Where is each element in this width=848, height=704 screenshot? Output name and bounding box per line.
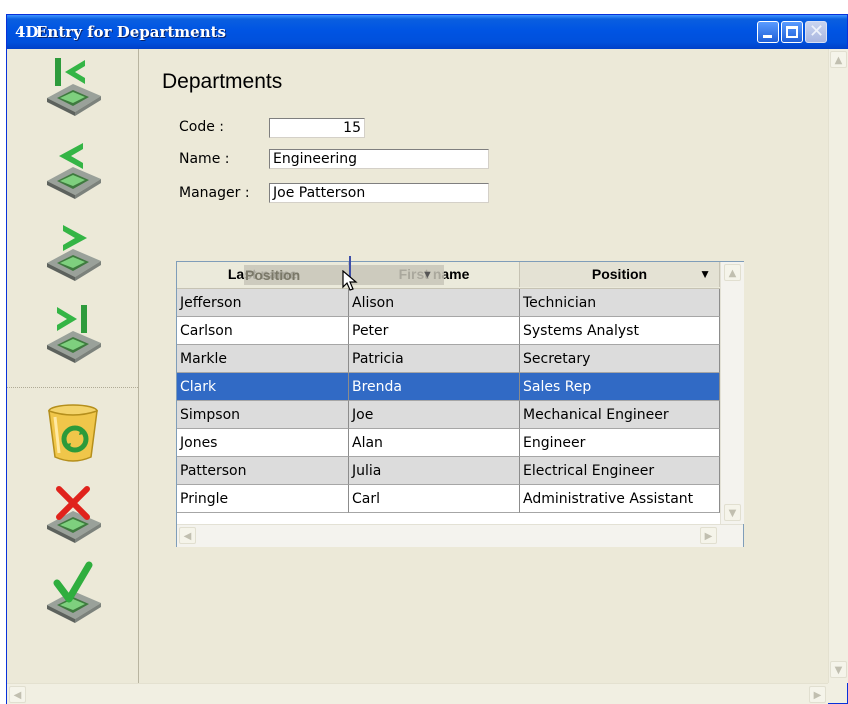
cell-first-name: Peter [349, 317, 520, 345]
accept-check-icon [47, 561, 101, 623]
table-row[interactable]: Carlson Peter Systems Analyst [177, 317, 720, 345]
scroll-left-button[interactable]: ◀ [179, 527, 196, 544]
cell-position: Engineer [520, 429, 720, 457]
column-header-position[interactable]: Position ▼ [520, 262, 720, 287]
maximize-icon [786, 26, 798, 38]
table-row[interactable]: Jefferson Alison Technician [177, 289, 720, 317]
minimize-button[interactable] [757, 21, 779, 43]
list-vertical-scrollbar[interactable]: ▲ ▼ [720, 262, 744, 524]
manager-label: Manager : [179, 185, 250, 201]
window-horizontal-scrollbar[interactable]: ◀ ▶ [7, 683, 828, 704]
delete-record-button[interactable] [41, 401, 105, 465]
resize-grip-icon[interactable] [828, 683, 847, 703]
cell-position: Systems Analyst [520, 317, 720, 345]
scroll-up-button[interactable]: ▲ [830, 51, 847, 68]
sort-descending-icon: ▼ [422, 269, 433, 281]
cell-last-name: Pringle [177, 485, 349, 513]
sort-descending-icon: ▼ [699, 267, 711, 281]
chevron-left-icon: ◀ [183, 531, 192, 542]
first-record-icon [47, 58, 101, 116]
cell-position: Secretary [520, 345, 720, 373]
minimize-icon [763, 35, 772, 38]
code-label: Code : [179, 119, 225, 135]
cell-first-name: Brenda [349, 373, 520, 401]
cell-last-name: Jones [177, 429, 349, 457]
code-field[interactable]: 15 [269, 118, 365, 138]
table-row[interactable]: Markle Patricia Secretary [177, 345, 720, 373]
next-record-button[interactable] [41, 219, 105, 283]
table-row[interactable]: Patterson Julia Electrical Engineer [177, 457, 720, 485]
table-row[interactable]: Clark Brenda Sales Rep [177, 373, 720, 401]
record-toolbar [7, 49, 139, 683]
chevron-left-icon: ◀ [13, 690, 22, 701]
cell-first-name: Alan [349, 429, 520, 457]
chevron-up-icon: ▲ [728, 268, 737, 279]
title-bar[interactable]: 4D Entry for Departments ✕ [7, 15, 847, 49]
cell-first-name: Patricia [349, 345, 520, 373]
chevron-down-icon: ▼ [834, 665, 843, 676]
cell-first-name: Julia [349, 457, 520, 485]
cell-position: Mechanical Engineer [520, 401, 720, 429]
close-button[interactable]: ✕ [805, 21, 827, 43]
cell-first-name: Alison [349, 289, 520, 317]
dragged-column-label: Position [245, 267, 301, 283]
cell-last-name: Carlson [177, 317, 349, 345]
scroll-up-button[interactable]: ▲ [724, 264, 741, 281]
app-logo: 4D [15, 23, 39, 41]
table-row[interactable]: Simpson Joe Mechanical Engineer [177, 401, 720, 429]
cancel-x-icon [47, 486, 101, 543]
column-header-label: Position [591, 266, 648, 282]
accept-button[interactable] [41, 561, 105, 625]
name-label: Name : [179, 151, 230, 167]
cell-last-name: Patterson [177, 457, 349, 485]
scroll-down-button[interactable]: ▼ [830, 661, 847, 678]
toolbar-divider [7, 387, 138, 388]
recycle-bin-icon [48, 404, 98, 462]
name-field[interactable]: Engineering [269, 149, 489, 169]
cell-position: Sales Rep [520, 373, 720, 401]
list-horizontal-scrollbar[interactable]: ◀ ▶ [177, 524, 743, 547]
cell-first-name: Joe [349, 401, 520, 429]
table-row[interactable]: Pringle Carl Administrative Assistant [177, 485, 720, 513]
cell-first-name: Carl [349, 485, 520, 513]
scroll-down-button[interactable]: ▼ [724, 504, 741, 521]
cell-position: Electrical Engineer [520, 457, 720, 485]
list-header: Last name First name Position ▼ Position… [177, 256, 720, 290]
chevron-up-icon: ▲ [834, 55, 843, 66]
page-title: Departments [162, 70, 283, 93]
cell-last-name: Clark [177, 373, 349, 401]
cell-last-name: Simpson [177, 401, 349, 429]
previous-record-button[interactable] [41, 137, 105, 201]
previous-record-icon [47, 143, 101, 199]
cancel-button[interactable] [41, 481, 105, 545]
chevron-right-icon: ▶ [704, 531, 713, 542]
close-icon: ✕ [809, 21, 825, 42]
scroll-right-button[interactable]: ▶ [809, 686, 826, 703]
app-window: 4D Entry for Departments ✕ Departments C… [6, 14, 848, 704]
next-record-icon [47, 225, 101, 281]
employees-list[interactable]: Last name First name Position ▼ Position… [176, 256, 744, 547]
cell-last-name: Markle [177, 345, 349, 373]
window-title: Entry for Departments [36, 23, 226, 41]
chevron-down-icon: ▼ [728, 508, 737, 519]
scroll-right-button[interactable]: ▶ [700, 527, 717, 544]
first-record-button[interactable] [41, 54, 105, 118]
last-record-icon [47, 305, 101, 363]
cell-position: Technician [520, 289, 720, 317]
cell-last-name: Jefferson [177, 289, 349, 317]
mouse-cursor-icon [342, 270, 358, 291]
window-vertical-scrollbar[interactable]: ▲ ▼ [828, 49, 848, 683]
last-record-button[interactable] [41, 301, 105, 365]
chevron-right-icon: ▶ [813, 690, 822, 701]
scroll-left-button[interactable]: ◀ [9, 686, 26, 703]
cell-position: Administrative Assistant [520, 485, 720, 513]
maximize-button[interactable] [781, 21, 803, 43]
manager-field[interactable]: Joe Patterson [269, 183, 489, 203]
table-row[interactable]: Jones Alan Engineer [177, 429, 720, 457]
